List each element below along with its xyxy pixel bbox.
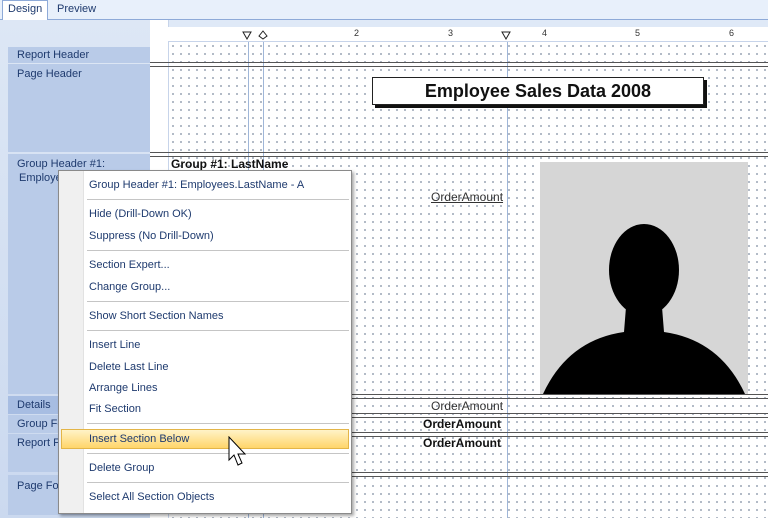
menu-separator	[87, 482, 349, 483]
tab-bar: Design Preview	[0, 0, 768, 20]
menu-item-hide[interactable]: Hide (Drill-Down OK)	[89, 208, 192, 220]
menu-separator	[87, 330, 349, 331]
menu-separator	[87, 250, 349, 251]
menu-separator	[87, 301, 349, 302]
menu-item-show-short-names[interactable]: Show Short Section Names	[89, 310, 224, 322]
ruler-number: 5	[635, 28, 641, 38]
order-amount-sum-field[interactable]: OrderAmount	[423, 417, 501, 431]
menu-separator	[87, 199, 349, 200]
ruler-guide-marker-icon[interactable]	[501, 30, 511, 40]
tab-preview[interactable]: Preview	[52, 1, 101, 18]
section-label-report-header[interactable]: Report Header	[0, 49, 150, 61]
ruler-guide-marker-icon[interactable]	[242, 30, 252, 40]
menu-separator	[87, 423, 349, 424]
horizontal-ruler: 2 3 4 5 6	[168, 27, 768, 42]
menu-item-group-header-title[interactable]: Group Header #1: Employees.LastName - A	[89, 179, 304, 191]
guide-line	[507, 42, 508, 518]
menu-item-delete-group[interactable]: Delete Group	[89, 462, 154, 474]
ruler-guide-marker-icon[interactable]	[258, 30, 268, 40]
menu-item-select-all-section-objects[interactable]: Select All Section Objects	[89, 491, 214, 503]
menu-item-insert-line[interactable]: Insert Line	[89, 339, 140, 351]
menu-item-arrange-lines[interactable]: Arrange Lines	[89, 382, 158, 394]
mouse-pointer-icon	[228, 436, 247, 466]
menu-item-delete-last-line[interactable]: Delete Last Line	[89, 361, 169, 373]
report-title-field[interactable]: Employee Sales Data 2008	[372, 77, 704, 105]
menu-item-suppress[interactable]: Suppress (No Drill-Down)	[89, 230, 214, 242]
section-context-menu: Group Header #1: Employees.LastName - A …	[58, 170, 352, 514]
ruler-number: 2	[354, 28, 360, 38]
order-amount-header-field[interactable]: OrderAmount	[431, 190, 503, 204]
menu-item-section-expert[interactable]: Section Expert...	[89, 259, 170, 271]
menu-item-change-group[interactable]: Change Group...	[89, 281, 170, 293]
ruler-number: 6	[729, 28, 735, 38]
menu-icon-gutter	[59, 171, 84, 513]
menu-item-insert-section-below[interactable]: Insert Section Below	[89, 433, 189, 445]
order-amount-grand-total-field[interactable]: OrderAmount	[423, 436, 501, 450]
group-name-field[interactable]: Group #1: LastName	[171, 157, 288, 171]
person-silhouette-icon	[543, 224, 745, 394]
ruler-number: 4	[542, 28, 548, 38]
order-amount-details-field[interactable]: OrderAmount	[431, 399, 503, 413]
ruler-number: 3	[448, 28, 454, 38]
section-label-page-header[interactable]: Page Header	[0, 68, 150, 80]
tab-design[interactable]: Design	[2, 0, 49, 20]
section-divider[interactable]	[150, 62, 768, 67]
menu-separator	[87, 453, 349, 454]
employee-photo-placeholder[interactable]	[540, 162, 748, 394]
menu-item-fit-section[interactable]: Fit Section	[89, 403, 141, 415]
section-label-group-header[interactable]: Group Header #1:	[0, 158, 150, 170]
